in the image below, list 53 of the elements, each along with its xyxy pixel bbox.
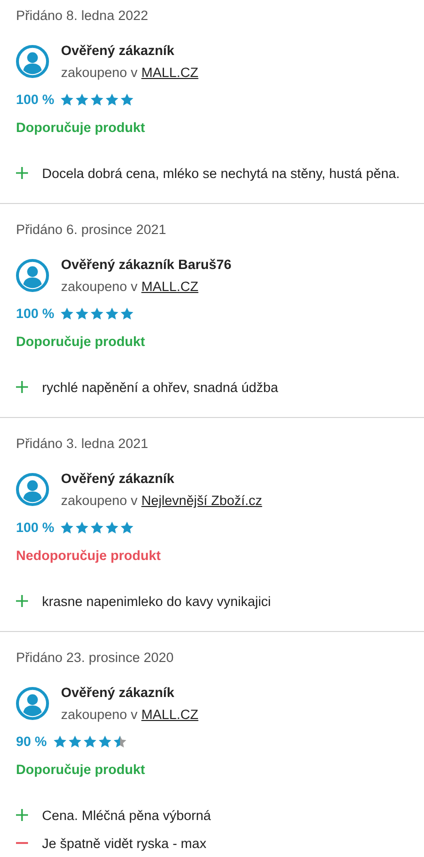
user-avatar-icon bbox=[16, 45, 49, 78]
star-icon bbox=[75, 520, 90, 534]
review-date: Přidáno 8. ledna 2022 bbox=[16, 7, 150, 25]
star-icon bbox=[68, 734, 82, 748]
star-icon bbox=[60, 306, 74, 320]
recommendation-label: Doporučuje produkt bbox=[16, 761, 146, 779]
star-icon bbox=[105, 92, 120, 106]
review-date: Přidáno 6. prosince 2021 bbox=[16, 221, 168, 239]
purchase-label: zakoupeno v bbox=[61, 65, 138, 80]
review-date: Přidáno 3. ledna 2021 bbox=[16, 435, 150, 453]
shop-link[interactable]: Nejlevnější Zboží.cz bbox=[141, 493, 262, 508]
purchase-label: zakoupeno v bbox=[61, 279, 138, 294]
rating-percent: 90 % bbox=[16, 734, 47, 748]
user-avatar-icon bbox=[16, 259, 49, 292]
purchase-label: zakoupeno v bbox=[61, 493, 138, 508]
review-point: Docela dobrá cena, mléko se nechytá na stěny, hustá pěna. bbox=[42, 166, 400, 180]
shop-link[interactable]: MALL.CZ bbox=[141, 707, 198, 722]
star-icon bbox=[82, 734, 97, 748]
user-avatar-icon bbox=[16, 687, 49, 720]
review-point: krasne napenimleko do kavy vynikajici bbox=[42, 594, 271, 608]
rating-percent: 100 % bbox=[16, 306, 54, 320]
star-icon bbox=[120, 92, 134, 106]
recommendation-label: Doporučuje produkt bbox=[16, 119, 146, 137]
star-icon bbox=[120, 520, 134, 534]
author-name: Ověřený zákazník bbox=[61, 470, 176, 488]
author-name: Ověřený zákazník bbox=[61, 684, 176, 702]
review-point: rychlé napěnění a ohřev, snadná údžba bbox=[42, 380, 278, 394]
rating-percent: 100 % bbox=[16, 92, 54, 106]
star-icon bbox=[105, 520, 120, 534]
review-point: Cena. Mléčná pěna výborná bbox=[42, 808, 211, 822]
star-icon bbox=[60, 92, 74, 106]
user-avatar-icon bbox=[16, 473, 49, 506]
star-icon bbox=[120, 306, 134, 320]
star-icon bbox=[52, 734, 67, 748]
star-icon bbox=[112, 734, 127, 748]
star-icon bbox=[90, 520, 104, 534]
purchase-label: zakoupeno v bbox=[61, 707, 138, 722]
shop-link[interactable]: MALL.CZ bbox=[141, 279, 198, 294]
recommendation-label: Doporučuje produkt bbox=[16, 333, 146, 351]
shop-link[interactable]: MALL.CZ bbox=[141, 65, 198, 80]
star-icon bbox=[60, 520, 74, 534]
star-icon bbox=[90, 306, 104, 320]
review-date: Přidáno 23. prosince 2020 bbox=[16, 649, 175, 667]
author-name: Ověřený zákazník bbox=[61, 42, 176, 60]
star-icon bbox=[90, 92, 104, 106]
review-point: Je špatně vidět ryska - max bbox=[42, 836, 206, 850]
star-icon bbox=[105, 306, 120, 320]
star-icon bbox=[75, 306, 90, 320]
recommendation-label: Nedoporučuje produkt bbox=[16, 547, 162, 565]
star-icon bbox=[75, 92, 90, 106]
author-name: Ověřený zákazník Baruš76 bbox=[61, 256, 232, 274]
star-icon bbox=[98, 734, 112, 748]
rating-percent: 100 % bbox=[16, 520, 54, 534]
